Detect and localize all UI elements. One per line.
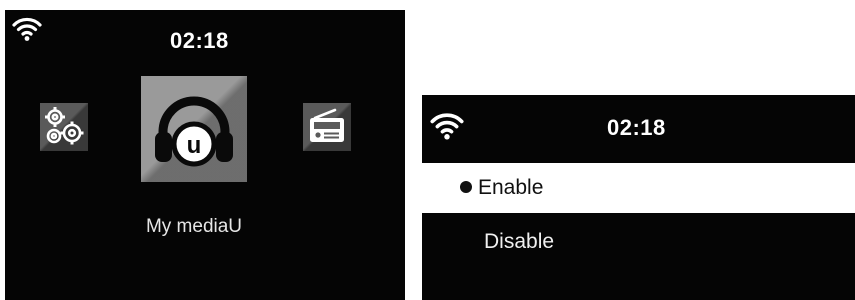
option-enable[interactable]: Enable [422,163,855,213]
enable-disable-screen: 02:18 Enable Disable [422,95,855,300]
option-label: Disable [484,230,555,253]
status-bar: 02:18 [422,95,855,158]
settings-gears-icon [45,107,84,145]
svg-text:u: u [187,132,202,159]
headphones-u-icon: u [155,96,233,167]
radio-icon [310,108,344,142]
menu-item-radio[interactable] [303,103,351,151]
main-menu-screen: 02:18 u My mediaU [5,10,405,300]
wifi-signal-icon [430,113,464,140]
option-label: Enable [478,176,544,199]
status-time: 02:18 [170,28,229,53]
selected-item-caption: My mediaU [145,216,243,237]
menu-item-my-mediau[interactable]: u [141,76,247,182]
wifi-signal-icon [12,17,42,41]
status-time: 02:18 [607,115,666,140]
selected-bullet-icon [460,181,472,193]
page: 02:18 u My mediaU 02:18 Enable Disable [0,0,855,300]
menu-item-settings[interactable] [40,103,88,151]
option-disable[interactable]: Disable [422,217,855,267]
